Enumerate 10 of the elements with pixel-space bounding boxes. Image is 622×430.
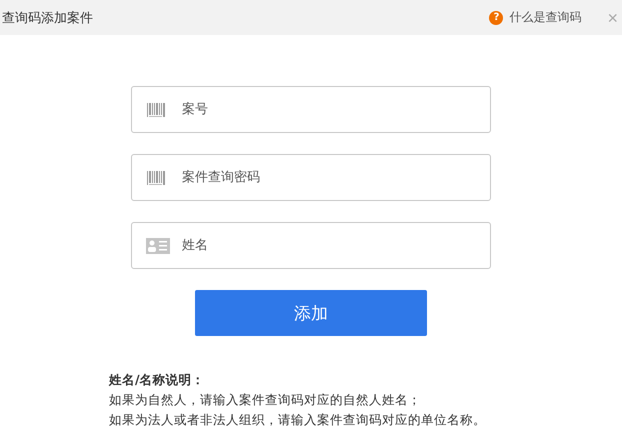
note-text: 如果为自然人，请输入案件查询码对应的自然人姓名； xyxy=(109,391,422,409)
help-link[interactable]: 什么是查询码 xyxy=(509,9,582,26)
window-title: 查询码添加案件 xyxy=(2,10,93,26)
input-field[interactable]: 姓名 xyxy=(131,222,491,269)
note-text: 如果为法人或者非法人组织，请输入案件查询码对应的单位名称。 xyxy=(109,411,487,429)
input-field[interactable]: 案件查询密码 xyxy=(131,154,491,201)
note-title: 姓名/名称说明： xyxy=(109,371,206,389)
add-button[interactable]: 添加 xyxy=(195,290,427,336)
input-field[interactable]: 案号 xyxy=(131,86,491,133)
help-icon[interactable]: ? xyxy=(489,10,504,24)
